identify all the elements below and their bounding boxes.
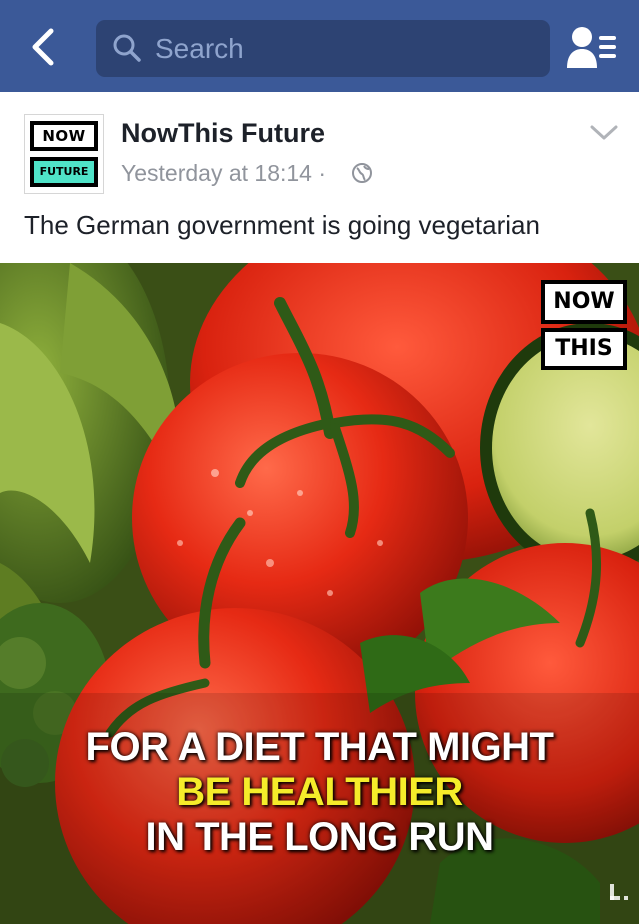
chevron-down-icon[interactable] bbox=[588, 122, 620, 144]
watermark-icon bbox=[610, 884, 628, 900]
top-navbar: Search bbox=[0, 0, 639, 92]
back-button[interactable] bbox=[14, 22, 74, 72]
page-avatar[interactable]: NOW FUTURE bbox=[24, 114, 104, 194]
search-icon bbox=[113, 34, 141, 62]
friend-requests-icon[interactable] bbox=[566, 24, 618, 70]
post-video[interactable]: NOW THIS FOR A DIET THAT MIGHT BE HEALTH… bbox=[0, 263, 639, 924]
avatar-future-label: FUTURE bbox=[30, 157, 98, 187]
page-name-link[interactable]: NowThis Future bbox=[121, 117, 325, 149]
search-input[interactable]: Search bbox=[96, 20, 550, 77]
post-header: NOW FUTURE NowThis Future Yesterday at 1… bbox=[0, 92, 639, 262]
chevron-left-icon bbox=[32, 28, 54, 66]
post-text: The German government is going vegetaria… bbox=[24, 210, 540, 240]
video-caption-line-1: FOR A DIET THAT MIGHT bbox=[85, 725, 554, 769]
video-caption-line-2: BE HEALTHIER bbox=[176, 770, 463, 814]
search-placeholder: Search bbox=[155, 33, 244, 64]
avatar-now-label: NOW bbox=[30, 121, 98, 151]
video-caption-line-3: IN THE LONG RUN bbox=[145, 815, 494, 859]
post-timestamp[interactable]: Yesterday at 18:14 · bbox=[121, 159, 326, 187]
nowthis-logo-this: THIS bbox=[541, 328, 627, 370]
nowthis-logo-now: NOW bbox=[541, 280, 627, 324]
globe-icon bbox=[352, 163, 372, 183]
